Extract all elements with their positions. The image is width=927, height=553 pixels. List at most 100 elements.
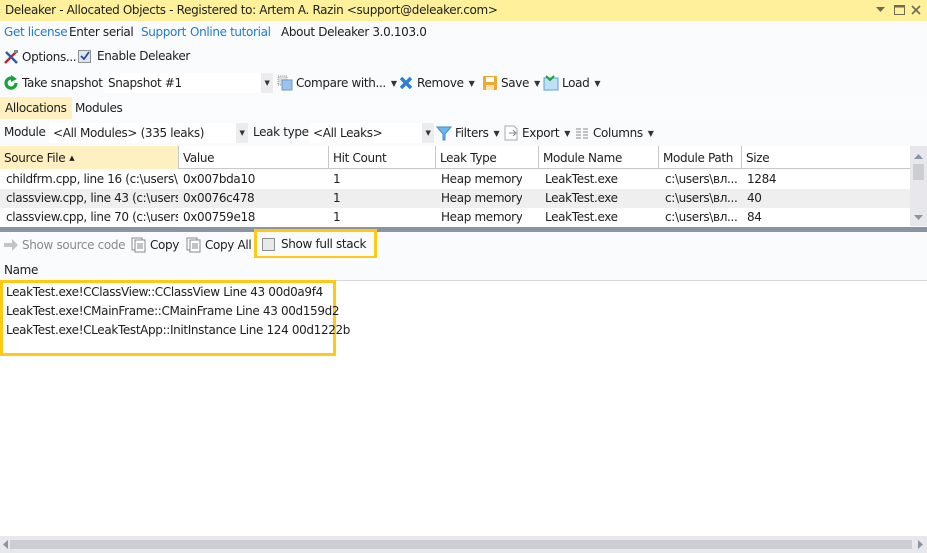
table-row[interactable]: childfrm.cpp, line 16 (c:\users\... 0x00… <box>0 170 910 189</box>
take-snapshot-label: Take snapshot <box>22 76 103 90</box>
copy-button[interactable]: Copy <box>131 237 179 253</box>
column-header-hit-count[interactable]: Hit Count <box>328 146 435 169</box>
tab-allocations-label: Allocations <box>5 101 67 115</box>
column-header-label: Source File <box>4 150 66 165</box>
column-header-module-name[interactable]: Module Name <box>538 146 658 169</box>
enter-serial-link[interactable]: Enter serial <box>69 25 134 39</box>
copy-all-button[interactable]: Copy All <box>186 237 252 253</box>
scroll-left-icon[interactable] <box>3 540 9 549</box>
window-title: Deleaker - Allocated Objects - Registere… <box>5 3 498 17</box>
leak-type-select[interactable]: <All Leaks> ▼ <box>309 123 434 143</box>
cell-module-path: c:\users\вл... <box>665 210 738 224</box>
get-license-link[interactable]: Get license <box>4 25 68 39</box>
show-full-stack-checkbox[interactable]: Show full stack <box>262 237 366 251</box>
grid-body: childfrm.cpp, line 16 (c:\users\... 0x00… <box>0 170 910 227</box>
dropdown-arrow-icon: ▼ <box>647 128 654 138</box>
scroll-right-icon[interactable] <box>918 540 924 549</box>
options-button[interactable]: Options... <box>3 49 77 65</box>
close-icon[interactable] <box>909 3 923 17</box>
column-header-module-path[interactable]: Module Path <box>658 146 741 169</box>
filters-label: Filters <box>455 126 489 140</box>
scroll-thumb[interactable] <box>913 164 924 180</box>
title-bar: Deleaker - Allocated Objects - Registere… <box>0 0 927 21</box>
cell-size: 84 <box>747 210 762 224</box>
dropdown-arrow-icon: ▼ <box>534 78 540 88</box>
enable-deleaker-label: Enable Deleaker <box>97 49 190 63</box>
save-button[interactable]: Save ▼ <box>482 75 540 91</box>
remove-button[interactable]: Remove ▼ <box>398 75 475 91</box>
compare-with-button[interactable]: Compare with... ▼ <box>277 75 397 91</box>
chevron-down-icon[interactable]: ▼ <box>422 123 434 143</box>
cell-hit-count: 1 <box>333 172 341 186</box>
module-select[interactable]: <All Modules> (335 leaks) ▼ <box>49 123 248 143</box>
cell-size: 40 <box>747 191 762 205</box>
chevron-down-icon[interactable]: ▼ <box>236 123 248 143</box>
cell-leak-type: Heap memory <box>441 210 523 224</box>
list-item[interactable]: LeakTest.exe!CClassView::CClassView Line… <box>6 285 323 299</box>
show-source-code-button[interactable]: Show source code <box>3 237 126 253</box>
columns-button[interactable]: Columns ▼ <box>574 125 654 141</box>
cell-module-name: LeakTest.exe <box>545 191 618 205</box>
arrow-right-icon <box>3 237 19 253</box>
module-label: Module <box>4 125 46 139</box>
online-tutorial-link[interactable]: Online tutorial <box>190 25 271 39</box>
options-label: Options... <box>22 50 77 64</box>
cell-hit-count: 1 <box>333 210 341 224</box>
cell-size: 1284 <box>747 172 777 186</box>
copy-all-icon <box>186 237 202 253</box>
cell-source-file: classview.cpp, line 70 (c:\users... <box>6 210 178 224</box>
compare-icon <box>277 75 293 91</box>
refresh-icon <box>3 75 19 91</box>
column-header-leak-type[interactable]: Leak Type <box>435 146 538 169</box>
save-disk-icon <box>482 75 498 91</box>
remove-x-icon <box>398 75 414 91</box>
column-header-value[interactable]: Value <box>178 146 328 169</box>
tab-allocations[interactable]: Allocations <box>0 97 72 119</box>
cell-module-name: LeakTest.exe <box>545 172 618 186</box>
column-header-label: Module Name <box>543 150 623 165</box>
about-link[interactable]: About Deleaker 3.0.103.0 <box>281 25 427 39</box>
list-item[interactable]: LeakTest.exe!CMainFrame::CMainFrame Line… <box>6 304 340 318</box>
load-button[interactable]: Load ▼ <box>543 75 601 91</box>
snapshot-select[interactable]: Snapshot #1 ▼ <box>104 73 273 93</box>
dropdown-arrow-icon: ▼ <box>468 78 475 88</box>
load-icon <box>543 75 559 91</box>
module-select-value[interactable]: <All Modules> (335 leaks) <box>49 123 236 143</box>
checkbox-checked-icon[interactable] <box>78 49 91 63</box>
horizontal-scrollbar[interactable] <box>0 536 927 553</box>
maximize-icon[interactable] <box>892 3 906 17</box>
leak-type-select-value[interactable]: <All Leaks> <box>309 123 422 143</box>
column-header-source-file[interactable]: Source File ▲ <box>0 146 178 169</box>
grid-vertical-scrollbar[interactable] <box>910 146 927 226</box>
take-snapshot-button[interactable]: Take snapshot <box>3 75 103 91</box>
window-menu-dropdown-icon[interactable] <box>873 3 887 17</box>
table-row[interactable]: classview.cpp, line 70 (c:\users... 0x00… <box>0 208 910 227</box>
scroll-track[interactable] <box>10 540 912 549</box>
export-icon <box>503 125 519 141</box>
column-header-size[interactable]: Size <box>741 146 910 169</box>
snapshot-select-value[interactable]: Snapshot #1 <box>104 73 261 93</box>
cell-value: 0x0076c478 <box>183 191 255 205</box>
chevron-down-icon[interactable]: ▼ <box>261 73 273 93</box>
filters-button[interactable]: Filters ▼ <box>435 125 500 141</box>
grid-header: Source File ▲ Value Hit Count Leak Type … <box>0 146 910 169</box>
list-item[interactable]: LeakTest.exe!CLeakTestApp::InitInstance … <box>6 323 350 337</box>
tab-modules-label: Modules <box>75 101 123 115</box>
stack-column-name[interactable]: Name <box>4 263 38 277</box>
cell-source-file: classview.cpp, line 43 (c:\users... <box>6 191 178 205</box>
export-button[interactable]: Export ▼ <box>503 125 570 141</box>
enable-deleaker-checkbox[interactable]: Enable Deleaker <box>78 49 190 63</box>
copy-label: Copy <box>150 238 180 252</box>
scroll-up-icon[interactable] <box>914 154 923 160</box>
cell-value: 0x00759e18 <box>183 210 256 224</box>
export-label: Export <box>522 126 560 140</box>
tab-modules[interactable]: Modules <box>70 97 127 119</box>
scroll-down-icon[interactable] <box>914 215 923 221</box>
column-header-label: Value <box>183 150 215 165</box>
options-toolbar: Options... Enable Deleaker <box>0 44 927 70</box>
cell-module-path: c:\users\вл... <box>665 191 738 205</box>
copy-all-label: Copy All <box>205 238 252 252</box>
table-row[interactable]: classview.cpp, line 43 (c:\users... 0x00… <box>0 189 910 208</box>
support-link[interactable]: Support <box>141 25 186 39</box>
checkbox-unchecked-icon[interactable] <box>262 237 275 251</box>
